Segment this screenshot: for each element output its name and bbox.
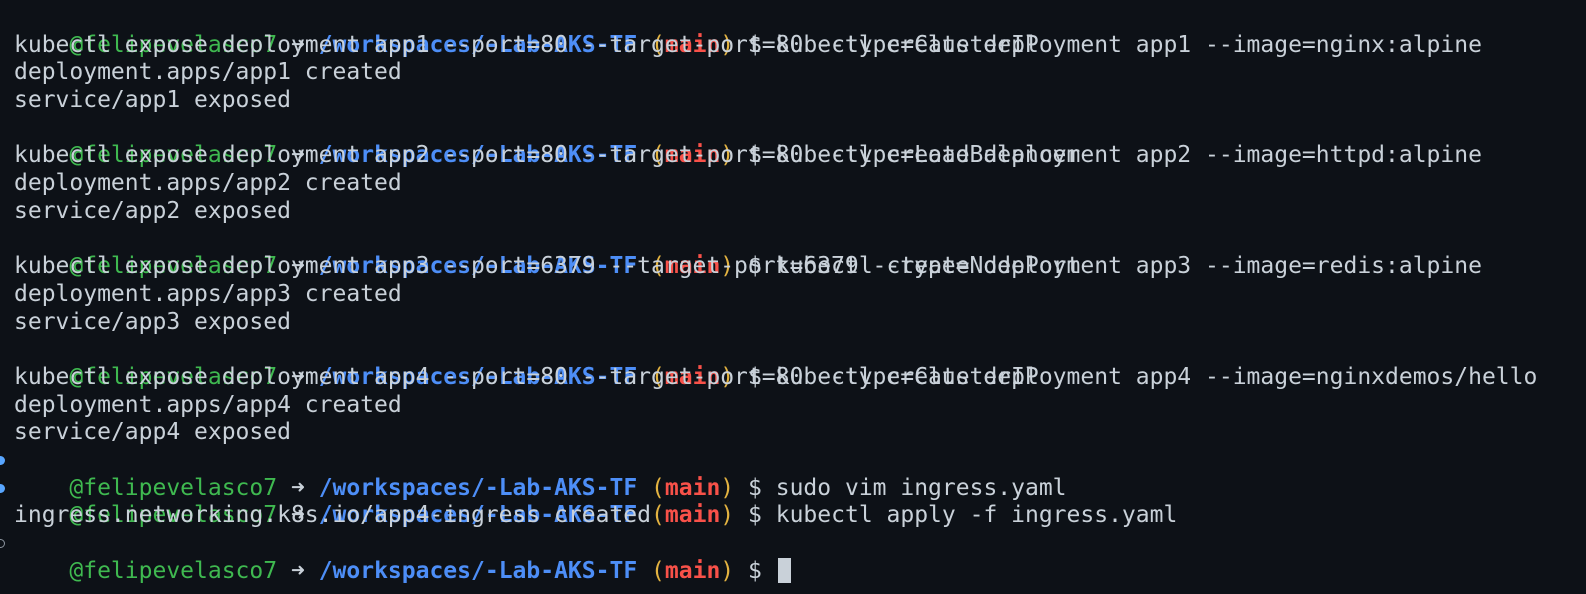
command-status-dot-icon[interactable]: [0, 539, 5, 549]
prompt-line: @felipevelasco7 ➜ /workspaces/-Lab-AKS-T…: [0, 447, 1586, 501]
prompt-line: @felipevelasco7 ➜ /workspaces/-Lab-AKS-T…: [0, 115, 1586, 168]
prompt-open-paren: (: [651, 557, 665, 584]
output-line: kubectl expose deployment app4 --port=80…: [14, 363, 1039, 390]
prompt-user: @felipevelasco7: [69, 557, 278, 584]
output-line: kubectl expose deployment app1 --port=80…: [14, 31, 1039, 58]
output-line: service/app4 exposed: [14, 419, 291, 446]
output-line: deployment.apps/app3 created: [14, 280, 402, 307]
prompt-close-paren: ): [720, 557, 735, 584]
output-line: service/app1 exposed: [14, 87, 291, 114]
prompt-path: /workspaces/-Lab-AKS-TF: [318, 557, 638, 584]
prompt-branch: main: [664, 557, 721, 584]
command-status-dot-icon[interactable]: [0, 483, 5, 493]
output-line: deployment.apps/app4 created: [14, 391, 402, 418]
output-line: kubectl expose deployment app3 --port=63…: [14, 253, 1081, 280]
prompt-line: @felipevelasco7 ➜ /workspaces/-Lab-AKS-T…: [0, 336, 1586, 390]
prompt-arrow-icon: ➜: [290, 557, 305, 584]
output-line: deployment.apps/app2 created: [14, 170, 402, 197]
output-line: service/app2 exposed: [14, 197, 291, 224]
terminal-window[interactable]: @felipevelasco7 ➜ /workspaces/-Lab-AKS-T…: [0, 0, 1586, 594]
text-cursor: [777, 557, 791, 583]
output-line: service/app3 exposed: [14, 308, 291, 335]
output-line: ingress.networking.k8s.io/app4-ingress c…: [14, 502, 651, 529]
prompt-line: @felipevelasco7 ➜ /workspaces/-Lab-AKS-T…: [0, 475, 1586, 528]
prompt-line: @felipevelasco7 ➜ /workspaces/-Lab-AKS-T…: [0, 4, 1586, 58]
current-prompt-line[interactable]: @felipevelasco7 ➜ /workspaces/-Lab-AKS-T…: [0, 530, 1586, 584]
output-line: deployment.apps/app1 created: [14, 59, 402, 86]
output-line: kubectl expose deployment app2 --port=80…: [14, 142, 1081, 169]
prompt-dollar: $: [748, 557, 762, 584]
command-status-dot-icon[interactable]: [0, 456, 5, 465]
prompt-line: @felipevelasco7 ➜ /workspaces/-Lab-AKS-T…: [0, 226, 1586, 279]
